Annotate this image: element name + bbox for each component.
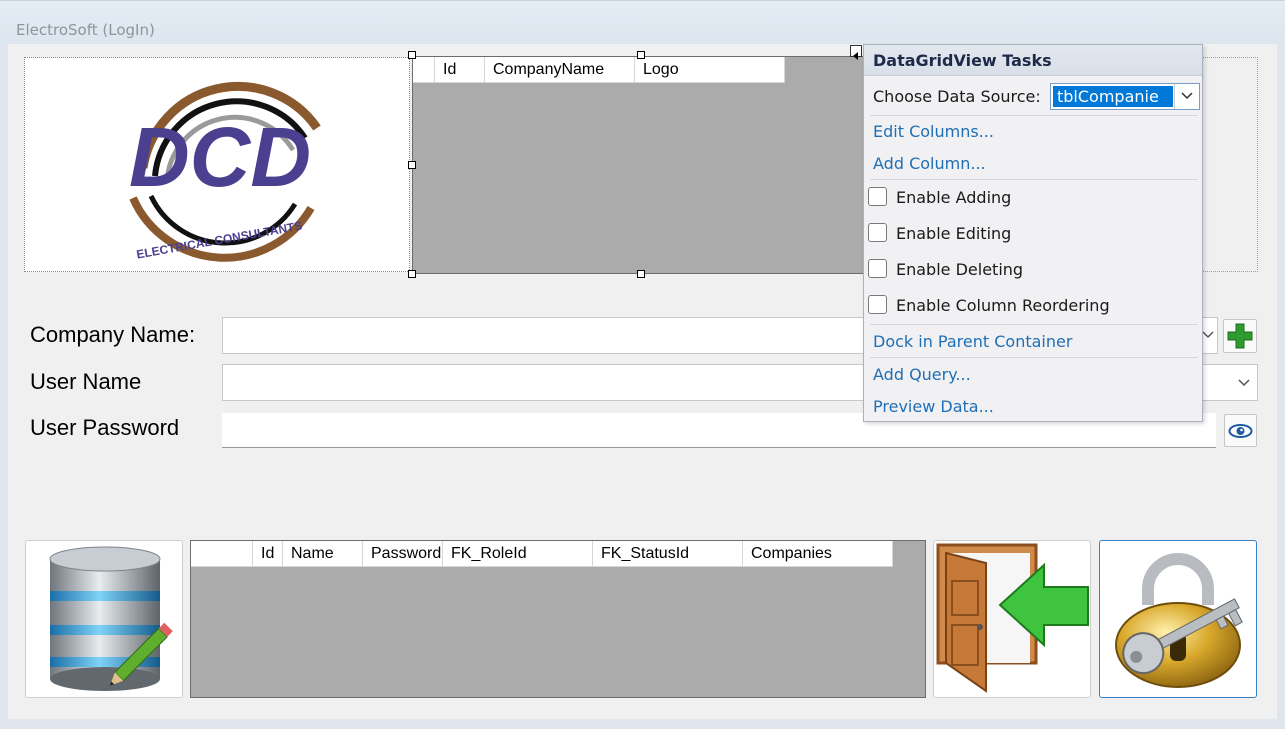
window-title: ElectroSoft (LogIn) (16, 21, 155, 39)
resize-handle[interactable] (408, 270, 416, 278)
column-header-password[interactable]: Password (363, 541, 443, 567)
column-header-id[interactable]: Id (253, 541, 283, 567)
user-password-label: User Password (30, 415, 180, 440)
add-company-button[interactable] (1223, 319, 1257, 353)
column-header-fk-statusid[interactable]: FK_StatusId (593, 541, 743, 567)
smart-tag-icon[interactable] (850, 45, 862, 60)
company-logo-picturebox[interactable]: DCD ELECTRICAL CONSULTANTS (24, 57, 410, 272)
resize-handle[interactable] (637, 270, 645, 278)
column-header-companies[interactable]: Companies (743, 541, 893, 567)
database-edit-button[interactable] (25, 540, 183, 698)
edit-columns-link[interactable]: Edit Columns... (873, 122, 994, 141)
resize-handle[interactable] (408, 51, 416, 59)
resize-handle[interactable] (408, 161, 416, 169)
data-source-label: Choose Data Source: (873, 87, 1041, 106)
data-source-dropdown-button[interactable] (1174, 84, 1199, 109)
login-button[interactable] (1099, 540, 1257, 698)
company-name-label: Company Name: (30, 322, 196, 347)
separator (870, 179, 1198, 180)
enable-adding-checkbox[interactable] (868, 187, 887, 206)
separator (870, 324, 1198, 325)
column-header-fk-roleid[interactable]: FK_RoleId (443, 541, 593, 567)
row-header-cell (413, 57, 435, 83)
column-header-name[interactable]: Name (283, 541, 363, 567)
users-datagridview[interactable]: Id Name Password FK_RoleId FK_StatusId C… (190, 540, 926, 698)
dropdown-arrow-icon (1181, 92, 1193, 100)
column-header-companyname[interactable]: CompanyName (485, 57, 635, 83)
separator (870, 357, 1198, 358)
enable-editing-label: Enable Editing (896, 224, 1012, 243)
plus-icon (1227, 323, 1253, 349)
exit-door-icon (936, 543, 1089, 693)
resize-handle[interactable] (637, 51, 645, 59)
row-header-cell (191, 541, 253, 567)
preview-data-link[interactable]: Preview Data... (873, 397, 994, 416)
eye-icon (1228, 424, 1253, 438)
separator (870, 115, 1198, 116)
enable-adding-label: Enable Adding (896, 188, 1012, 207)
enable-deleting-checkbox[interactable] (868, 259, 887, 278)
data-source-combobox[interactable]: tblCompanie (1050, 83, 1200, 110)
padlock-key-icon (1115, 553, 1243, 688)
tasks-panel-title: DataGridView Tasks (873, 51, 1052, 70)
tasks-panel-header: DataGridView Tasks (864, 45, 1202, 76)
dock-in-parent-link[interactable]: Dock in Parent Container (873, 332, 1072, 351)
chevron-down-icon (1202, 331, 1214, 339)
enable-column-reordering-label: Enable Column Reordering (896, 296, 1110, 315)
enable-column-reordering-checkbox[interactable] (868, 295, 887, 314)
enable-deleting-label: Enable Deleting (896, 260, 1024, 279)
exit-button[interactable] (933, 540, 1091, 698)
dcd-logo: DCD ELECTRICAL CONSULTANTS (129, 81, 321, 262)
chevron-down-icon (1238, 379, 1250, 387)
database-edit-icon (49, 546, 173, 691)
add-column-link[interactable]: Add Column... (873, 154, 986, 173)
datagridview-tasks-panel: DataGridView Tasks Choose Data Source: t… (863, 44, 1203, 422)
column-header-logo[interactable]: Logo (635, 57, 785, 83)
show-password-button[interactable] (1224, 414, 1257, 447)
title-bar: ElectroSoft (LogIn) (0, 0, 1285, 44)
user-name-label: User Name (30, 369, 142, 394)
data-source-value: tblCompanie (1053, 86, 1173, 107)
enable-editing-checkbox[interactable] (868, 223, 887, 242)
logo-letters: DCD (129, 110, 311, 204)
company-datagridview[interactable]: Id CompanyName Logo (412, 56, 866, 274)
column-header-id[interactable]: Id (435, 57, 485, 83)
add-query-link[interactable]: Add Query... (873, 365, 971, 384)
